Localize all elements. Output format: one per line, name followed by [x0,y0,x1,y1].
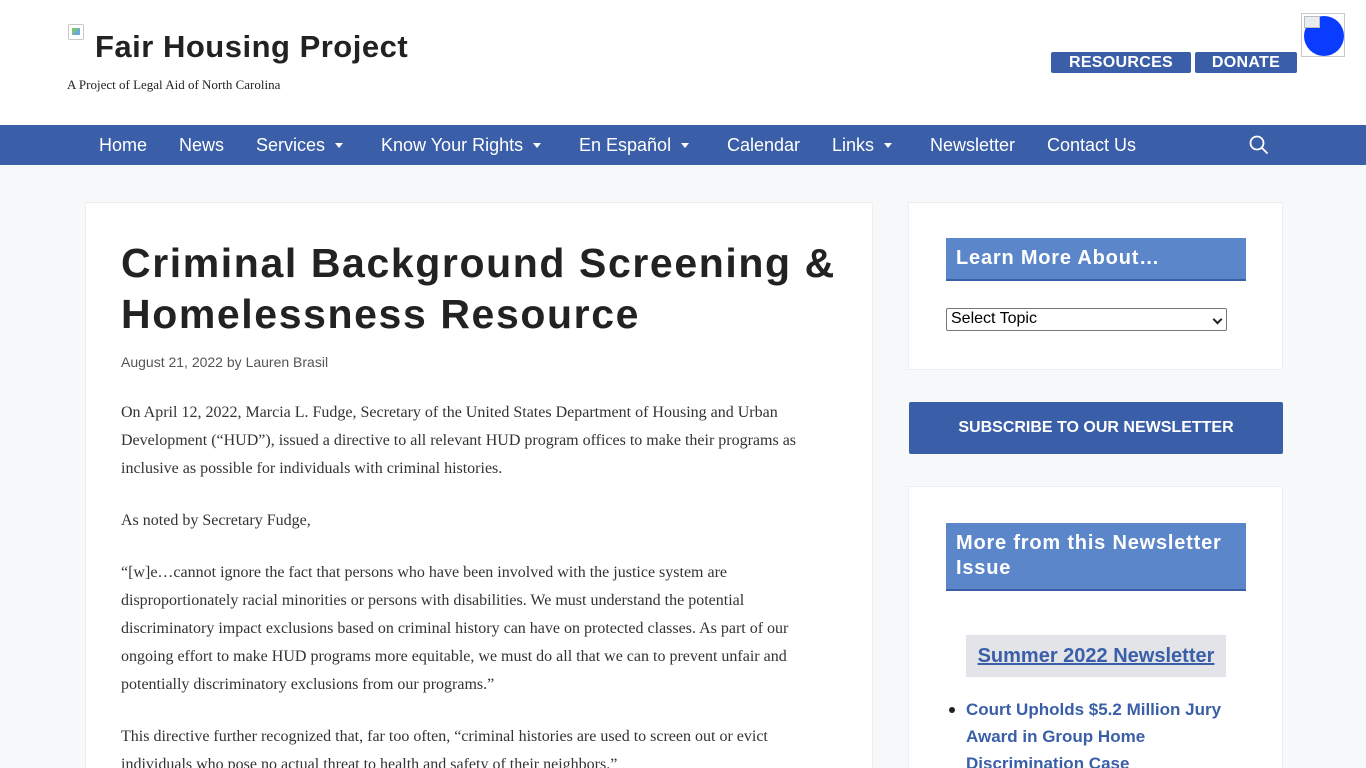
newsletter-issue-widget: More from this Newsletter Issue Summer 2… [908,486,1283,768]
nav-item-label: Links [832,135,875,155]
accessibility-widget-button[interactable] [1301,13,1345,57]
newsletter-issue-link[interactable]: Summer 2022 Newsletter [966,635,1226,677]
donate-button[interactable]: DONATE [1195,52,1297,73]
site-tagline: A Project of Legal Aid of North Carolina [67,77,281,92]
chevron-down-icon [533,142,542,148]
nav-item-newsletter[interactable]: Newsletter [930,125,1015,165]
main-navigation: Home News Services Know Your Rights En E… [0,125,1366,165]
newsletter-article-list: Court Upholds $5.2 Million Jury Award in… [946,696,1246,768]
article-title: Criminal Background Screening & Homeless… [121,240,836,337]
search-icon[interactable] [1248,134,1270,156]
resources-button[interactable]: RESOURCES [1051,52,1191,73]
nav-item-label: En Español [579,135,672,155]
nav-item-label: News [179,135,225,155]
author-link[interactable]: Lauren Brasil [246,354,329,370]
nav-item-links[interactable]: Links [832,125,893,165]
chevron-down-icon [681,142,690,148]
article-content: On April 12, 2022, Marcia L. Fudge, Secr… [121,399,841,768]
article-meta: August 21, 2022 by Lauren Brasil [121,354,328,370]
chevron-down-icon [1212,314,1223,325]
nav-item-contact-us[interactable]: Contact Us [1047,125,1136,165]
topic-select-value: Select Topic [951,310,1037,327]
topic-select[interactable]: Select Topic [946,308,1227,331]
nav-item-label: Newsletter [930,135,1016,155]
nav-item-label: Home [99,135,148,155]
chevron-down-icon [335,142,344,148]
nav-item-home[interactable]: Home [99,125,147,165]
article-paragraph: As noted by Secretary Fudge, [121,512,311,529]
byline-by: by [226,354,242,370]
chevron-down-icon [884,142,893,148]
article-quote: “[w]e…cannot ignore the fact that person… [121,564,789,693]
nav-item-label: Know Your Rights [381,135,524,155]
nav-item-label: Contact Us [1047,135,1137,155]
broken-image-icon [1304,16,1320,28]
article-paragraph: This directive further recognized that, … [121,728,768,768]
nav-item-en-espanol[interactable]: En Español [579,125,690,165]
learn-more-widget: Learn More About… Select Topic [908,202,1283,370]
site-logo-image[interactable] [68,24,84,40]
post-date[interactable]: August 21, 2022 [121,354,223,370]
nav-item-know-your-rights[interactable]: Know Your Rights [381,125,542,165]
nav-item-label: Calendar [727,135,801,155]
article-paragraph: On April 12, 2022, Marcia L. Fudge, Secr… [121,404,797,477]
nav-item-label: Services [256,135,326,155]
widget-title: More from this Newsletter Issue [946,523,1246,591]
nav-item-calendar[interactable]: Calendar [727,125,800,165]
site-title[interactable]: Fair Housing Project [95,29,408,65]
nav-item-services[interactable]: Services [256,125,344,165]
site-header: Fair Housing Project A Project of Legal … [0,0,1366,125]
widget-title: Learn More About… [946,238,1246,281]
subscribe-newsletter-button[interactable]: SUBSCRIBE TO OUR NEWSLETTER [909,402,1283,454]
nav-item-news[interactable]: News [179,125,224,165]
article-card: Criminal Background Screening & Homeless… [85,202,873,768]
newsletter-article-link[interactable]: Court Upholds $5.2 Million Jury Award in… [946,696,1246,768]
